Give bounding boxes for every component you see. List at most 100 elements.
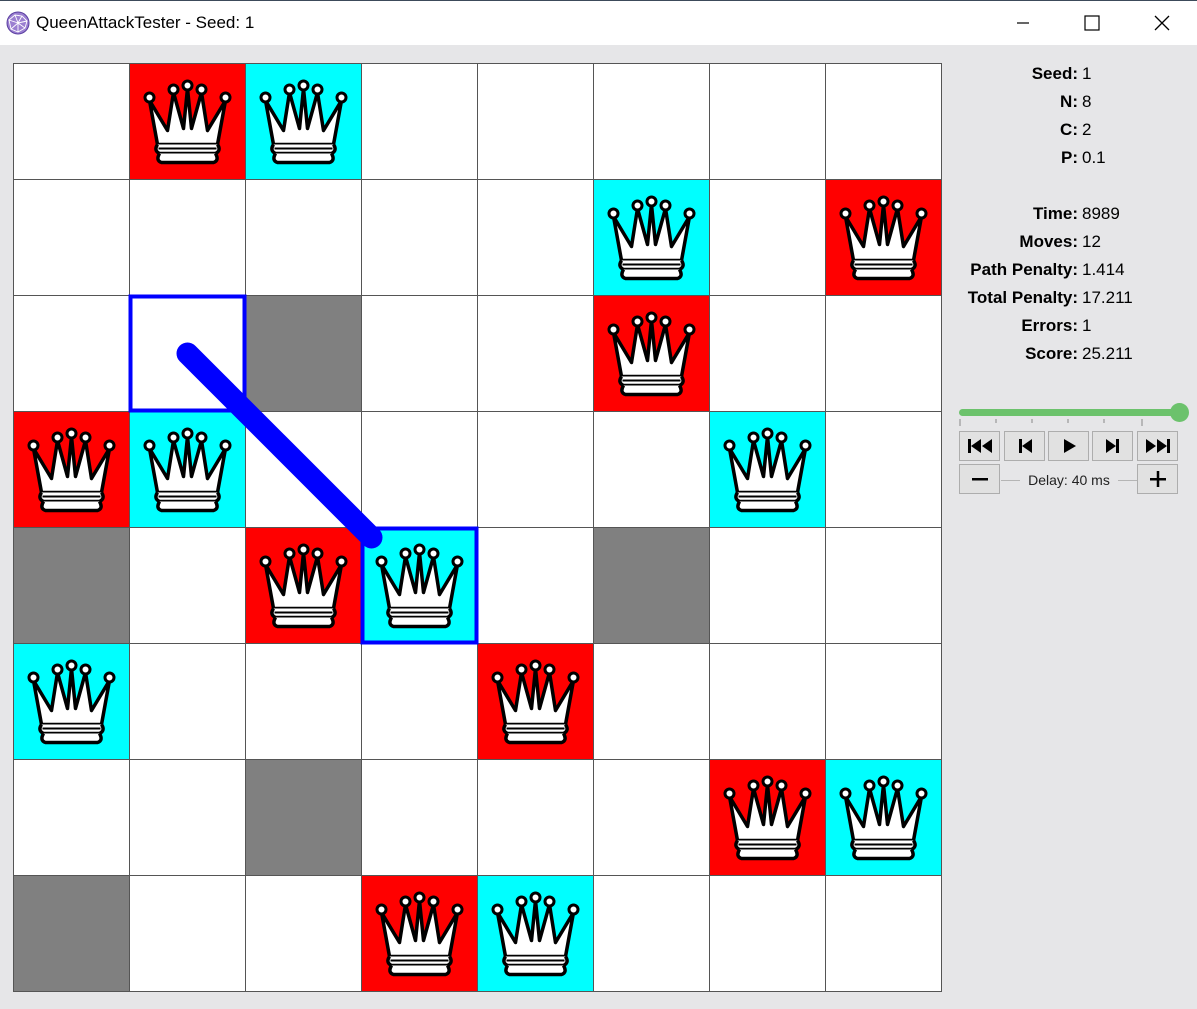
board-cell[interactable] — [709, 179, 826, 296]
board-cell[interactable] — [477, 63, 594, 180]
board-cell[interactable] — [477, 295, 594, 412]
stat-row: Total Penalty: 17.211 — [950, 288, 1190, 312]
stat-value: 17.211 — [1082, 288, 1133, 307]
board-cell[interactable] — [361, 759, 478, 876]
stat-label: N: — [1060, 92, 1078, 111]
delay-label: Delay: 40 ms — [1020, 472, 1118, 488]
game-board[interactable] — [13, 63, 942, 992]
board-cell[interactable] — [593, 643, 710, 760]
board-cell[interactable] — [129, 759, 246, 876]
board-cell[interactable] — [477, 527, 594, 644]
stat-value: 1 — [1082, 316, 1092, 335]
stat-value: 1.414 — [1082, 260, 1125, 279]
playback-slider-thumb[interactable] — [1170, 403, 1189, 422]
stat-row: Score: 25.211 — [950, 344, 1190, 368]
slider-ticks — [959, 419, 1143, 426]
stat-label: Errors: — [1021, 316, 1078, 335]
wall-cell[interactable] — [593, 527, 710, 644]
stat-label: Seed: — [1031, 64, 1078, 83]
stat-label: Score: — [1025, 344, 1078, 363]
plus-icon — [1149, 471, 1166, 487]
board-cell[interactable] — [245, 643, 362, 760]
board-cell[interactable] — [593, 411, 710, 528]
board-cell[interactable] — [477, 411, 594, 528]
board-cell[interactable] — [477, 759, 594, 876]
board-cell[interactable] — [477, 179, 594, 296]
skip-to-start-button[interactable] — [959, 431, 1000, 461]
step-forward-button[interactable] — [1092, 431, 1133, 461]
playback-slider-track[interactable] — [959, 409, 1179, 416]
wall-cell[interactable] — [13, 527, 130, 644]
decrease-delay-button[interactable] — [959, 464, 1000, 494]
minimize-icon — [1017, 22, 1029, 24]
board-cell[interactable] — [13, 63, 130, 180]
board-cell[interactable] — [361, 295, 478, 412]
board-cell[interactable] — [129, 875, 246, 992]
wall-cell[interactable] — [245, 759, 362, 876]
stat-value: 8 — [1082, 92, 1092, 111]
maximize-icon — [1084, 15, 1100, 31]
title-bar: QueenAttackTester - Seed: 1 — [0, 0, 1197, 45]
stat-label: Total Penalty: — [967, 288, 1078, 307]
stat-row: P: 0.1 — [950, 148, 1190, 172]
wall-cell[interactable] — [13, 875, 130, 992]
stat-label: C: — [1060, 120, 1078, 139]
board-cell[interactable] — [361, 179, 478, 296]
board-cell[interactable] — [361, 643, 478, 760]
stat-value: 25.211 — [1082, 344, 1133, 363]
stat-row: N: 8 — [950, 92, 1190, 116]
app-globe-icon — [6, 11, 30, 35]
board-cell[interactable] — [825, 527, 942, 644]
board-cell[interactable] — [129, 643, 246, 760]
board-cell[interactable] — [13, 759, 130, 876]
board-cell[interactable] — [245, 875, 362, 992]
board-cell[interactable] — [129, 527, 246, 644]
close-icon — [1154, 15, 1170, 31]
board-cell[interactable] — [593, 759, 710, 876]
board-cell[interactable] — [825, 643, 942, 760]
stat-label: Path Penalty: — [970, 260, 1078, 279]
board-cell[interactable] — [13, 295, 130, 412]
play-icon — [1063, 439, 1076, 453]
stat-row: C: 2 — [950, 120, 1190, 144]
skip-to-end-button[interactable] — [1137, 431, 1178, 461]
board-cell[interactable] — [825, 875, 942, 992]
board-cell[interactable] — [825, 411, 942, 528]
board-cell[interactable] — [709, 295, 826, 412]
step-back-button[interactable] — [1004, 431, 1045, 461]
stat-row: Path Penalty: 1.414 — [950, 260, 1190, 284]
stat-row: Seed: 1 — [950, 64, 1190, 88]
stat-row: Time: 8989 — [950, 204, 1190, 228]
board-cell[interactable] — [245, 179, 362, 296]
board-cell[interactable] — [709, 527, 826, 644]
board-cell[interactable] — [709, 875, 826, 992]
board-cell[interactable] — [825, 295, 942, 412]
board-cell[interactable] — [709, 63, 826, 180]
step-forward-icon — [1105, 439, 1119, 453]
step-back-icon — [1018, 439, 1032, 453]
close-button[interactable] — [1127, 1, 1197, 45]
stat-value: 0.1 — [1082, 148, 1106, 167]
stat-value: 8989 — [1082, 204, 1120, 223]
skip-to-end-icon — [1145, 439, 1170, 453]
board-cell[interactable] — [825, 63, 942, 180]
play-button[interactable] — [1048, 431, 1089, 461]
board-cell[interactable] — [709, 643, 826, 760]
minus-icon — [971, 478, 988, 481]
window-title: QueenAttackTester - Seed: 1 — [36, 13, 255, 32]
stat-value: 12 — [1082, 232, 1101, 251]
board-cell[interactable] — [13, 179, 130, 296]
maximize-button[interactable] — [1057, 1, 1127, 45]
board-cell[interactable] — [593, 63, 710, 180]
board-cell[interactable] — [361, 63, 478, 180]
board-cell[interactable] — [361, 411, 478, 528]
minimize-button[interactable] — [988, 1, 1058, 45]
board-cell[interactable] — [129, 179, 246, 296]
stat-label: Moves: — [1019, 232, 1078, 251]
stat-value: 2 — [1082, 120, 1092, 139]
board-cell[interactable] — [593, 875, 710, 992]
stat-label: P: — [1061, 148, 1078, 167]
stat-value: 1 — [1082, 64, 1092, 83]
wall-cell[interactable] — [245, 295, 362, 412]
increase-delay-button[interactable] — [1137, 464, 1178, 494]
